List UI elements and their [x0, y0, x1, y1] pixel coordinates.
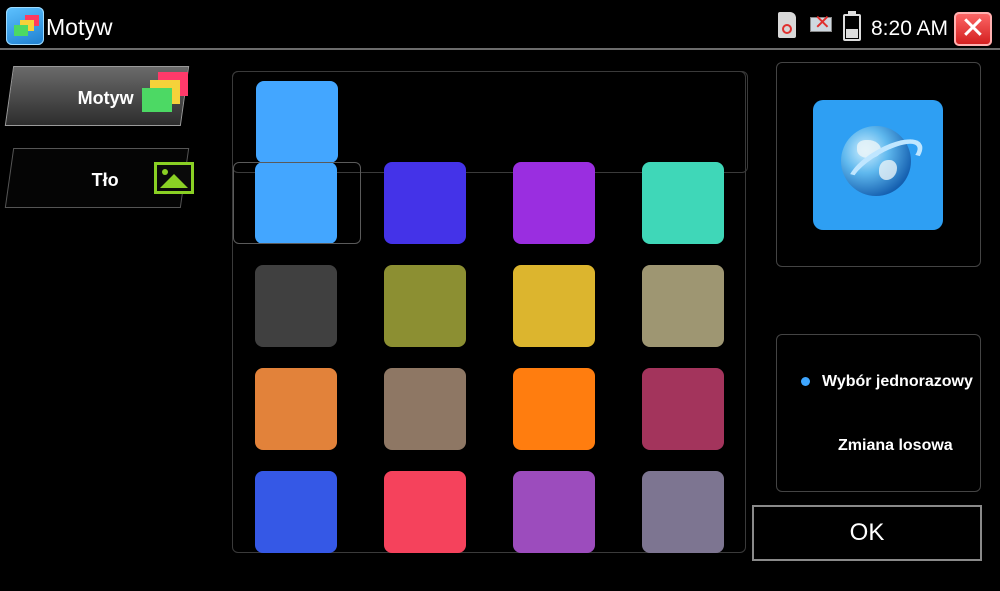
color-swatch[interactable] — [642, 471, 724, 553]
tab-motyw-label: Motyw — [77, 88, 134, 108]
color-swatch[interactable] — [513, 471, 595, 553]
selected-color-preview — [256, 81, 338, 163]
title-divider — [0, 48, 1000, 50]
color-swatch[interactable] — [384, 471, 466, 553]
mode-panel — [776, 334, 981, 492]
color-swatch[interactable] — [255, 368, 337, 450]
page-title: Motyw — [46, 14, 113, 40]
network-disconnected-icon: ✕ — [808, 13, 834, 37]
title-bar: Motyw ✕ 8:20 AM ✕ — [0, 0, 1000, 50]
close-icon: ✕ — [960, 12, 986, 45]
color-swatch[interactable] — [384, 162, 466, 244]
close-button[interactable]: ✕ — [954, 12, 992, 46]
ok-button[interactable]: OK — [752, 505, 982, 561]
app-theme-icon — [6, 7, 44, 45]
color-swatch[interactable] — [255, 471, 337, 553]
mode-option-random[interactable]: Zmiana losowa — [838, 437, 953, 455]
theme-squares-icon — [142, 72, 194, 118]
tab-tlo-label: Tło — [91, 170, 119, 190]
browser-globe-icon — [813, 100, 943, 230]
image-icon — [154, 162, 194, 194]
color-swatch[interactable] — [642, 162, 724, 244]
sd-card-icon — [778, 12, 796, 38]
color-swatch[interactable] — [513, 265, 595, 347]
status-clock: 8:20 AM — [871, 17, 949, 40]
color-swatch[interactable] — [384, 368, 466, 450]
selected-swatch-frame — [233, 162, 361, 244]
color-swatch[interactable] — [384, 265, 466, 347]
battery-icon — [843, 11, 861, 41]
color-swatch[interactable] — [513, 162, 595, 244]
radio-selected-indicator — [801, 377, 810, 386]
color-swatch[interactable] — [513, 368, 595, 450]
color-swatch[interactable] — [642, 265, 724, 347]
color-swatch[interactable] — [642, 368, 724, 450]
color-swatch[interactable] — [255, 265, 337, 347]
mode-option-single[interactable]: Wybór jednorazowy — [822, 373, 973, 391]
